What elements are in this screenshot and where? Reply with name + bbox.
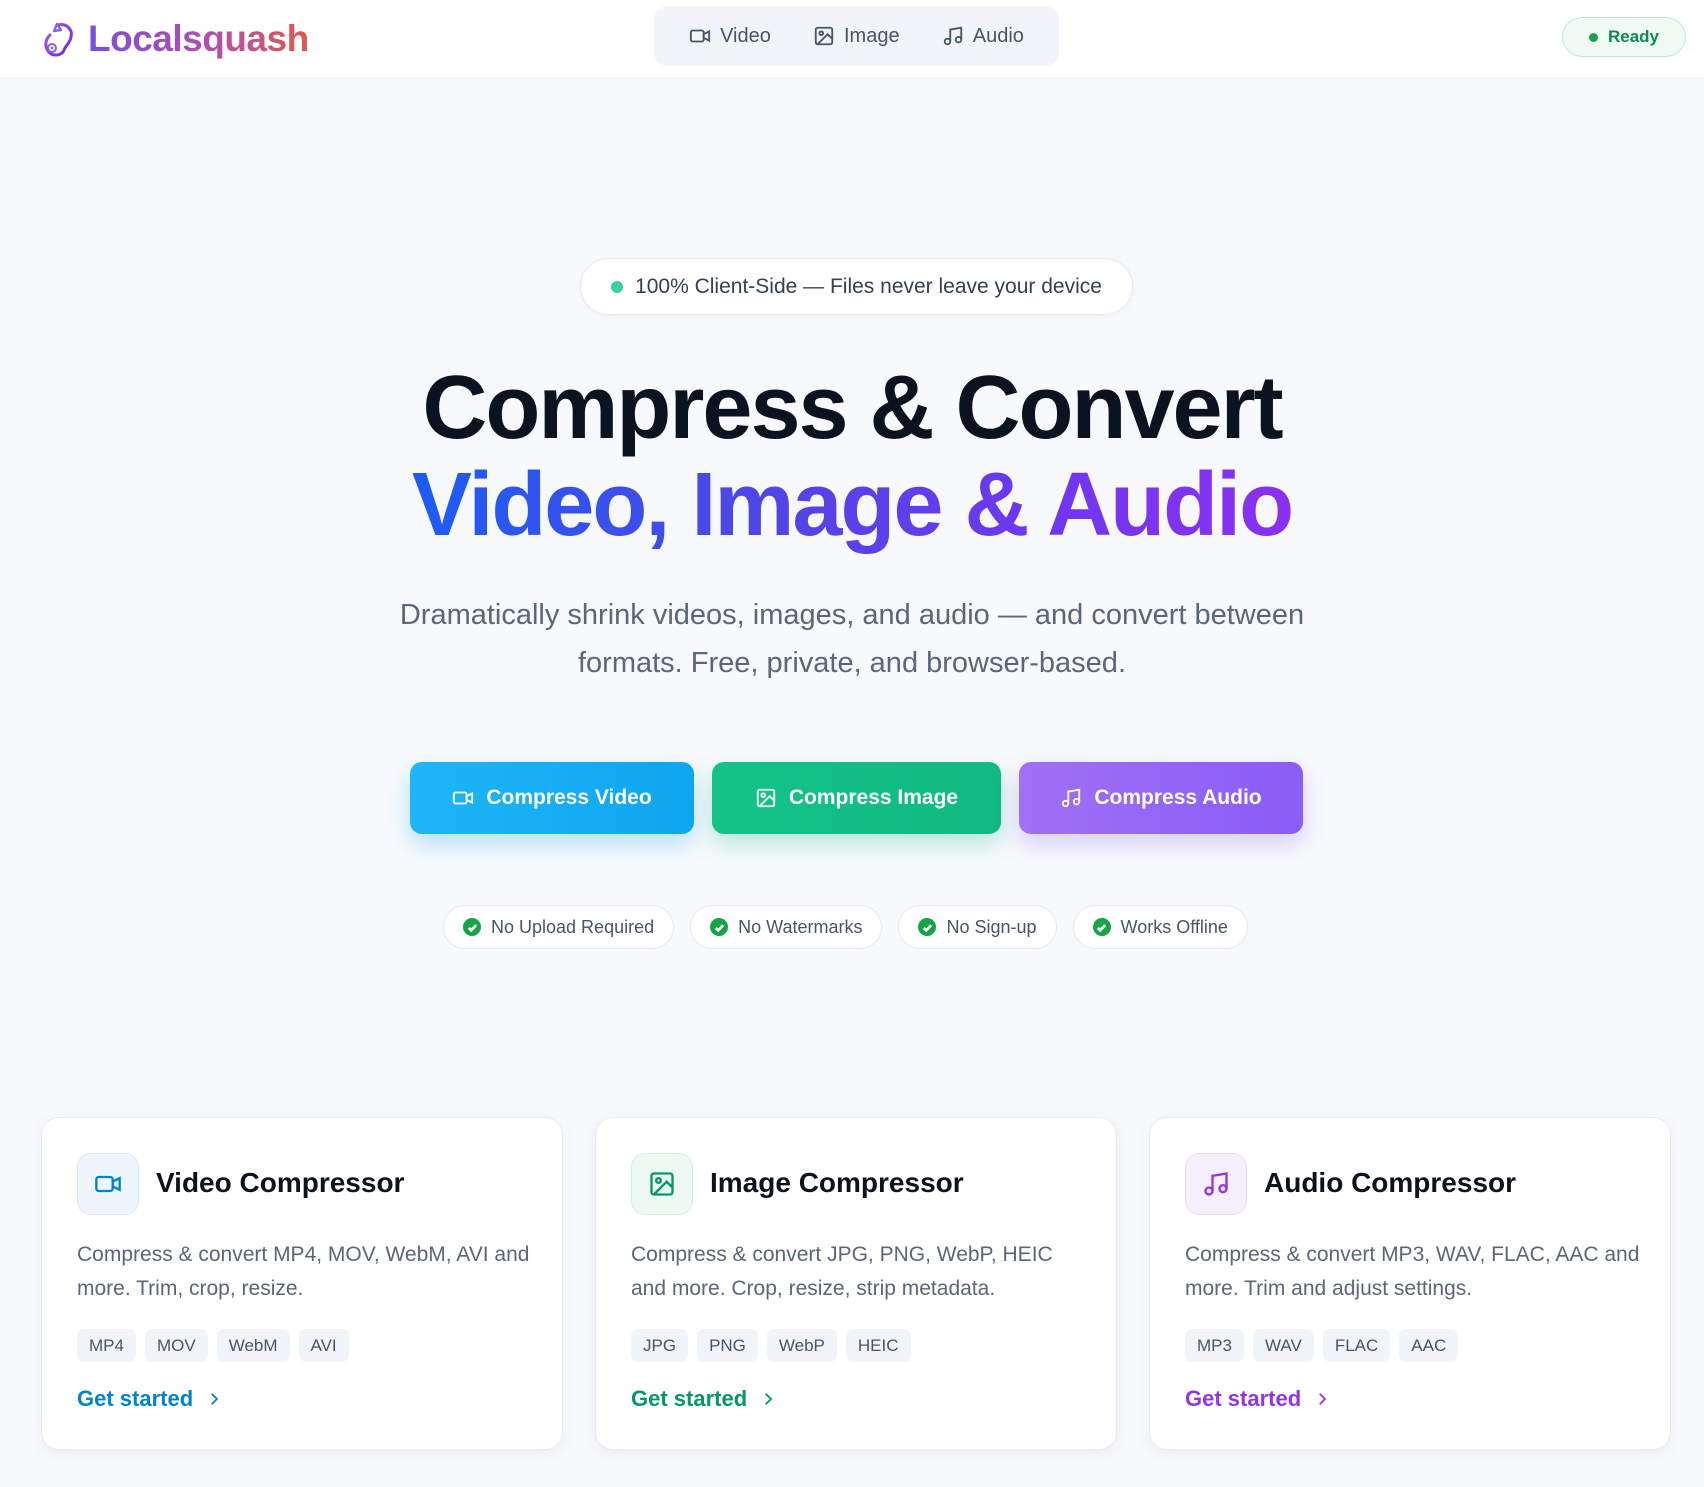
squash-logo-icon <box>44 22 73 57</box>
compress-image-label: Compress Image <box>788 786 959 809</box>
video-icon <box>95 1175 121 1193</box>
check-circle-icon <box>1092 918 1111 936</box>
format-tag: MP3 <box>1185 1329 1244 1362</box>
compress-audio-label: Compress Audio <box>1094 786 1262 809</box>
format-tag: AVI <box>298 1329 349 1362</box>
compress-image-button[interactable]: Compress Image <box>712 762 1001 834</box>
nav-item-label: Video <box>720 24 771 47</box>
card-description: Compress & convert MP3, WAV, FLAC, AAC a… <box>1185 1243 1640 1300</box>
get-started-label: Get started <box>1185 1386 1302 1411</box>
get-started-label: Get started <box>77 1386 194 1411</box>
card-title: Audio Compressor <box>1264 1167 1517 1198</box>
image-icon <box>756 788 776 808</box>
video-icon <box>453 791 474 805</box>
hero-title-line-1: Compress & Convert <box>422 358 1283 458</box>
image-compressor-card[interactable]: Image Compressor Compress & convert JPG,… <box>595 1117 1117 1450</box>
card-title: Image Compressor <box>710 1167 964 1198</box>
format-tags: MP4 MOV WebM AVI <box>77 1329 349 1362</box>
check-circle-icon <box>710 918 729 936</box>
chevron-right-icon <box>765 1393 773 1405</box>
compress-video-button[interactable]: Compress Video <box>410 762 694 834</box>
client-side-pill: 100% Client-Side — Files never leave you… <box>580 258 1133 315</box>
music-icon <box>1204 1172 1228 1196</box>
feature-label: No Watermarks <box>738 916 863 937</box>
nav-item-label: Image <box>844 24 900 47</box>
format-tag: WebP <box>766 1329 837 1362</box>
compress-audio-button[interactable]: Compress Audio <box>1019 762 1303 834</box>
compress-video-label: Compress Video <box>486 786 652 809</box>
card-icon-box <box>631 1153 693 1215</box>
format-tag: JPG <box>631 1329 689 1362</box>
pill-text: 100% Client-Side — Files never leave you… <box>635 274 1102 298</box>
feature-badge-works-offline: Works Offline <box>1072 905 1248 949</box>
chevron-right-icon <box>211 1393 219 1405</box>
format-tags: JPG PNG WebP HEIC <box>631 1329 911 1362</box>
format-tags: MP3 WAV FLAC AAC <box>1185 1329 1459 1362</box>
get-started-link-image[interactable]: Get started <box>631 1386 777 1412</box>
feature-badge-no-upload: No Upload Required <box>443 905 675 949</box>
top-header: Localsquash Video Image Audio Ready <box>0 0 1704 79</box>
feature-label: No Upload Required <box>491 916 655 937</box>
format-tag: PNG <box>697 1329 758 1362</box>
audio-compressor-card[interactable]: Audio Compressor Compress & convert MP3,… <box>1149 1117 1671 1450</box>
hero-title-line-2: Video, Image & Audio <box>0 455 1704 555</box>
status-badge: Ready <box>1562 17 1686 57</box>
media-type-nav: Video Image Audio <box>654 6 1059 66</box>
image-icon <box>650 1172 674 1196</box>
status-dot-icon <box>1588 32 1598 42</box>
hero-title-gradient-text: Video, Image & Audio <box>411 455 1294 555</box>
feature-badge-no-signup: No Sign-up <box>898 905 1057 949</box>
video-icon <box>689 29 711 43</box>
brand-name: Localsquash <box>88 18 309 59</box>
format-tag: HEIC <box>845 1329 911 1362</box>
card-description: Compress & convert JPG, PNG, WebP, HEIC … <box>631 1243 1053 1300</box>
card-icon-box <box>77 1153 139 1215</box>
format-tag: MOV <box>144 1329 208 1362</box>
green-dot-icon <box>611 280 624 293</box>
feature-badge-no-watermarks: No Watermarks <box>690 905 883 949</box>
chevron-right-icon <box>1319 1393 1327 1405</box>
card-description: Compress & convert MP4, MOV, WebM, AVI a… <box>77 1243 530 1300</box>
nav-item-audio[interactable]: Audio <box>932 17 1034 56</box>
card-title: Video Compressor <box>156 1167 405 1198</box>
card-icon-box <box>1185 1153 1247 1215</box>
feature-label: Works Offline <box>1120 916 1228 937</box>
status-label: Ready <box>1607 27 1660 46</box>
nav-item-video[interactable]: Video <box>679 17 781 56</box>
get-started-link-video[interactable]: Get started <box>77 1386 223 1412</box>
get-started-label: Get started <box>631 1386 748 1411</box>
nav-item-image[interactable]: Image <box>803 17 910 56</box>
format-tag: WAV <box>1252 1329 1314 1362</box>
video-compressor-card[interactable]: Video Compressor Compress & convert MP4,… <box>41 1117 563 1450</box>
brand-logo-link[interactable]: Localsquash <box>40 14 309 64</box>
feature-label: No Sign-up <box>946 916 1037 937</box>
format-tag: FLAC <box>1322 1329 1391 1362</box>
format-tag: AAC <box>1399 1329 1459 1362</box>
music-icon <box>943 26 962 46</box>
check-circle-icon <box>918 918 937 936</box>
hero-subtitle: Dramatically shrink videos, images, and … <box>399 599 1305 679</box>
check-circle-icon <box>463 918 481 936</box>
format-tag: MP4 <box>77 1329 136 1362</box>
image-icon <box>814 26 834 46</box>
music-icon <box>1062 788 1081 808</box>
get-started-link-audio[interactable]: Get started <box>1185 1386 1331 1412</box>
feature-badges: No Upload Required No Watermarks No Sign… <box>443 905 1248 949</box>
format-tag: WebM <box>216 1329 290 1362</box>
cta-row: Compress Video Compress Image Compress A… <box>410 762 1303 834</box>
nav-item-label: Audio <box>972 24 1024 47</box>
